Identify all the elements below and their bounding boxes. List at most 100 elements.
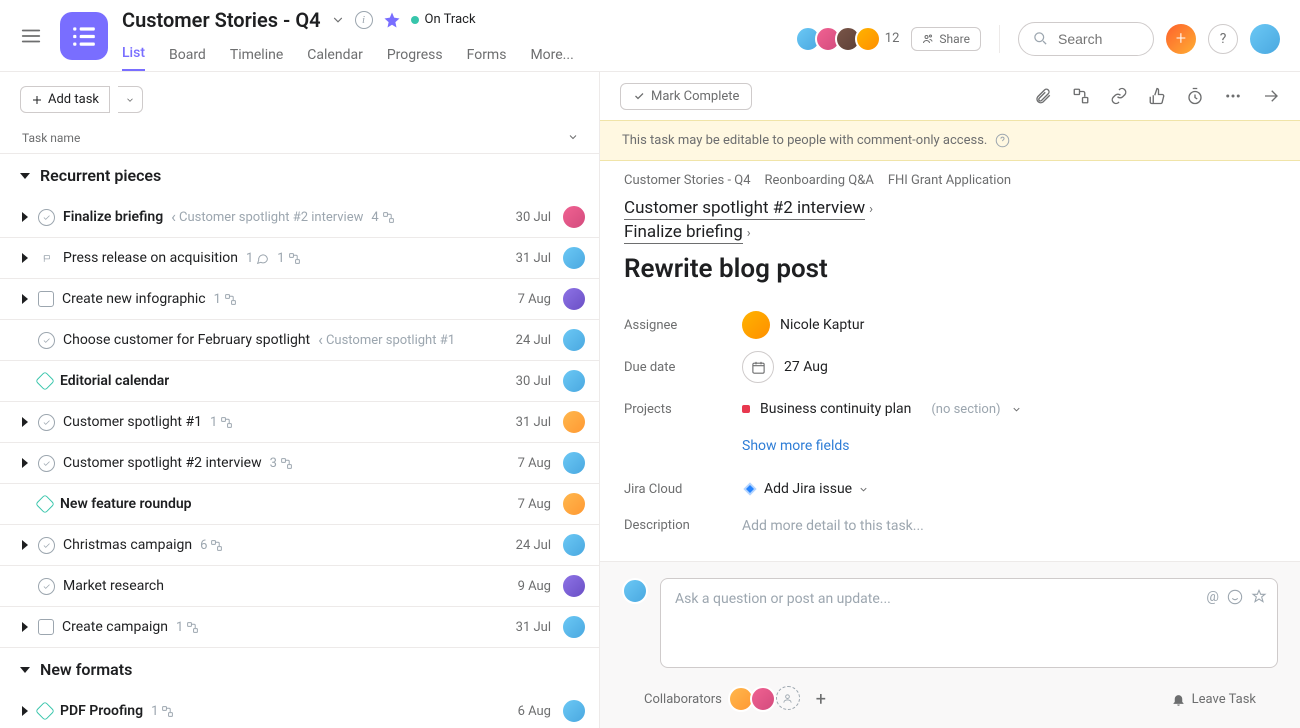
expand-toggle[interactable] [20, 706, 30, 716]
expand-toggle[interactable] [20, 417, 30, 427]
task-complete-toggle[interactable] [38, 291, 54, 307]
expand-toggle[interactable] [20, 212, 30, 222]
task-row[interactable]: Choose customer for February spotlight‹ … [0, 320, 599, 361]
access-banner: This task may be editable to people with… [600, 120, 1300, 161]
task-complete-toggle[interactable] [38, 537, 55, 554]
task-assignee-avatar[interactable] [561, 450, 587, 476]
task-name: Christmas campaign [63, 537, 192, 553]
task-complete-toggle[interactable] [38, 578, 55, 595]
task-row[interactable]: Editorial calendar30 Jul [0, 361, 599, 402]
timer-icon[interactable] [1186, 87, 1204, 105]
task-assignee-avatar[interactable] [561, 573, 587, 599]
due-date-value[interactable]: 27 Aug [742, 351, 828, 383]
attachment-icon[interactable] [1034, 87, 1052, 105]
search-input[interactable] [1018, 22, 1154, 56]
task-row[interactable]: Create new infographic1 7 Aug [0, 279, 599, 320]
task-row[interactable]: Market research9 Aug [0, 566, 599, 607]
add-task-button[interactable]: Add task [20, 86, 110, 113]
assignee-value[interactable]: Nicole Kaptur [742, 311, 864, 339]
collaborator-avatars[interactable] [732, 686, 800, 712]
breadcrumb-item[interactable]: Customer Stories - Q4 [624, 173, 751, 188]
task-assignee-avatar[interactable] [561, 614, 587, 640]
close-panel-icon[interactable] [1262, 87, 1280, 105]
tab-board[interactable]: Board [169, 47, 206, 71]
parent-task-link-1[interactable]: Customer spotlight #2 interview [624, 198, 865, 220]
sidebar-toggle[interactable] [20, 0, 42, 71]
description-input[interactable]: Add more detail to this task... [742, 518, 924, 534]
section-header[interactable]: Recurrent pieces [0, 154, 599, 197]
link-icon[interactable] [1110, 87, 1128, 105]
task-assignee-avatar[interactable] [561, 491, 587, 517]
task-complete-toggle[interactable] [38, 209, 55, 226]
add-task-menu[interactable] [118, 86, 143, 113]
task-complete-toggle[interactable] [35, 371, 55, 391]
task-assignee-avatar[interactable] [561, 327, 587, 353]
task-complete-toggle[interactable] [38, 414, 55, 431]
parent-task-link-2[interactable]: Finalize briefing [624, 222, 743, 244]
task-assignee-avatar[interactable] [561, 532, 587, 558]
task-assignee-avatar[interactable] [561, 286, 587, 312]
tab-timeline[interactable]: Timeline [230, 47, 283, 71]
expand-toggle[interactable] [20, 622, 30, 632]
task-assignee-avatar[interactable] [561, 245, 587, 271]
task-row[interactable]: Customer spotlight #2 interview3 7 Aug [0, 443, 599, 484]
project-menu-chevron-icon[interactable] [331, 13, 345, 27]
appreciate-icon[interactable] [1251, 589, 1267, 609]
task-row[interactable]: Customer spotlight #11 31 Jul [0, 402, 599, 443]
mark-complete-button[interactable]: Mark Complete [620, 83, 752, 110]
at-mention-icon[interactable]: @ [1206, 589, 1219, 609]
breadcrumb-item[interactable]: FHI Grant Application [888, 173, 1011, 188]
add-jira-button[interactable]: Add Jira issue [742, 481, 869, 497]
subtask-icon[interactable] [1072, 87, 1090, 105]
task-complete-toggle[interactable] [35, 701, 55, 721]
more-icon[interactable] [1224, 87, 1242, 105]
task-name: PDF Proofing [60, 703, 143, 719]
expand-toggle[interactable] [20, 540, 30, 550]
star-icon[interactable] [383, 11, 401, 29]
subtask-count: 1 [151, 704, 174, 719]
task-row[interactable]: Create campaign1 31 Jul [0, 607, 599, 648]
help-button[interactable]: ? [1208, 24, 1238, 54]
projects-value[interactable]: Business continuity plan (no section) [742, 401, 1022, 417]
expand-toggle[interactable] [20, 253, 30, 263]
task-row[interactable]: New feature roundup7 Aug [0, 484, 599, 525]
task-row[interactable]: Christmas campaign6 24 Jul [0, 525, 599, 566]
task-complete-toggle[interactable] [38, 619, 54, 635]
task-complete-toggle[interactable] [35, 494, 55, 514]
info-icon[interactable]: i [355, 11, 373, 29]
breadcrumb-item[interactable]: Reonboarding Q&A [765, 173, 874, 188]
expand-toggle[interactable] [20, 294, 30, 304]
task-assignee-avatar[interactable] [561, 409, 587, 435]
quick-add-button[interactable]: + [1166, 24, 1196, 54]
task-complete-toggle[interactable] [38, 332, 55, 349]
tab-forms[interactable]: Forms [467, 47, 507, 71]
project-title[interactable]: Customer Stories - Q4 [122, 8, 321, 32]
task-row[interactable]: PDF Proofing1 6 Aug [0, 691, 599, 728]
tab-more[interactable]: More... [530, 47, 573, 71]
self-avatar[interactable] [1250, 24, 1280, 54]
comment-input[interactable]: Ask a question or post an update... @ [660, 578, 1278, 668]
member-avatars[interactable]: 12 [801, 26, 900, 52]
section-header[interactable]: New formats [0, 648, 599, 691]
leave-task-button[interactable]: Leave Task [1171, 692, 1256, 707]
share-button[interactable]: Share [911, 27, 981, 51]
task-assignee-avatar[interactable] [561, 368, 587, 394]
task-complete-toggle[interactable] [38, 250, 55, 267]
task-row[interactable]: Press release on acquisition1 1 31 Jul [0, 238, 599, 279]
banner-help-icon[interactable] [995, 133, 1010, 148]
show-more-fields[interactable]: Show more fields [742, 438, 1276, 454]
task-assignee-avatar[interactable] [561, 698, 587, 724]
tab-list[interactable]: List [122, 45, 145, 71]
task-title[interactable]: Rewrite blog post [624, 254, 1276, 284]
task-row[interactable]: Finalize briefing‹ Customer spotlight #2… [0, 197, 599, 238]
like-icon[interactable] [1148, 87, 1166, 105]
emoji-icon[interactable] [1227, 589, 1243, 609]
column-menu-chevron-icon[interactable] [567, 131, 579, 143]
project-status[interactable]: On Track [411, 12, 476, 27]
expand-toggle[interactable] [20, 458, 30, 468]
tab-calendar[interactable]: Calendar [307, 47, 363, 71]
tab-progress[interactable]: Progress [387, 47, 443, 71]
task-complete-toggle[interactable] [38, 455, 55, 472]
add-collaborator-button[interactable]: + [810, 688, 832, 710]
task-assignee-avatar[interactable] [561, 204, 587, 230]
